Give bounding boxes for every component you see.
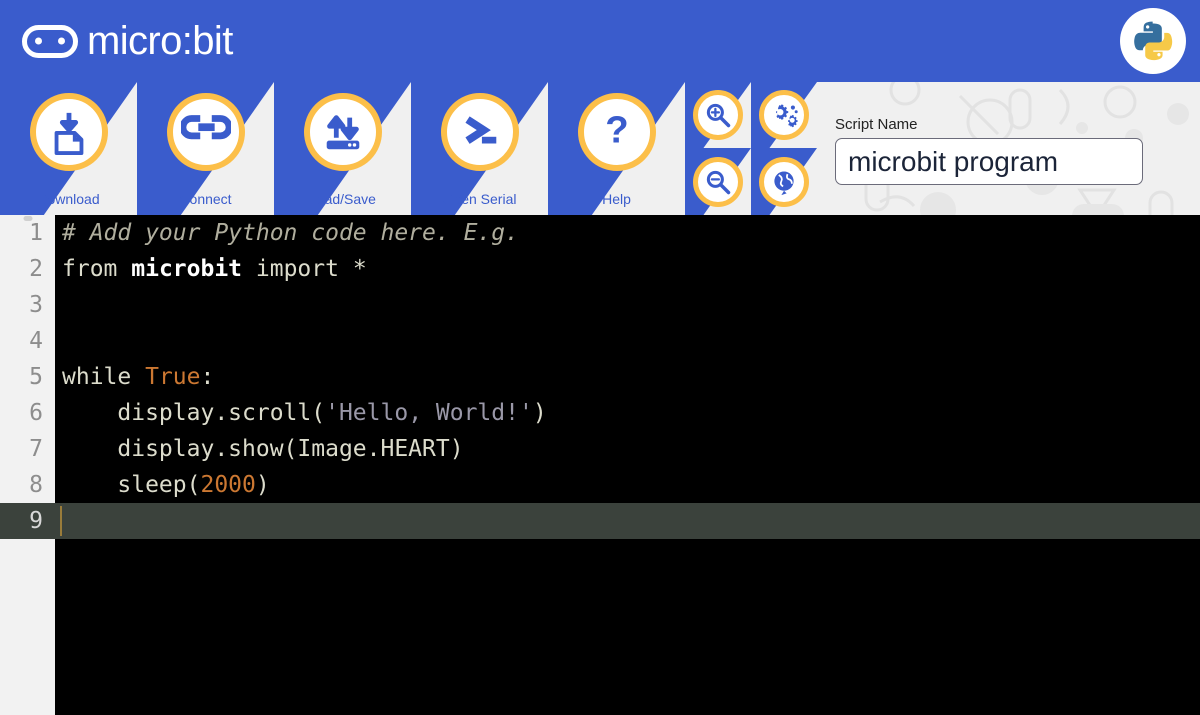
code-token-kw: while: [62, 364, 146, 390]
magnifier-minus-icon: [693, 156, 743, 207]
line-number: 5: [29, 364, 43, 390]
connect-button-label: Connect: [179, 191, 232, 207]
code-line[interactable]: while True:: [55, 359, 1200, 395]
code-line[interactable]: # Add your Python code here. E.g.: [55, 215, 1200, 251]
code-token-plain: *: [352, 256, 367, 282]
zoom-in-button[interactable]: [685, 82, 751, 148]
help-button-label: Help: [602, 191, 631, 207]
code-token-plain: ): [255, 472, 270, 498]
microbit-chip-icon: [22, 24, 78, 58]
script-name-area: Script Name: [817, 82, 1200, 215]
line-number: 2: [29, 256, 43, 282]
microbit-python-editor: micro:bit Download Connect Load/Save Ope…: [0, 0, 1200, 715]
code-token-str: 'Hello, World!': [325, 400, 533, 426]
load-save-arrows-icon: [303, 93, 382, 171]
python-logo-icon: [1120, 8, 1186, 74]
gutter-scroll-nub: [23, 216, 32, 221]
load-save-button-label: Load/Save: [309, 191, 376, 207]
link-connect-icon: [166, 93, 245, 171]
language-button[interactable]: [751, 148, 817, 215]
code-area[interactable]: # Add your Python code here. E.g. from mi…: [55, 215, 1200, 715]
line-number: 3: [29, 292, 43, 318]
code-token-kw: import: [242, 256, 353, 282]
microbit-logo: micro:bit: [22, 21, 233, 61]
help-button[interactable]: ? Help: [548, 82, 685, 215]
code-line[interactable]: display.show(Image.HEART): [55, 431, 1200, 467]
code-token-comment: # Add your Python code here. E.g.: [62, 220, 519, 246]
open-serial-button[interactable]: Open Serial: [411, 82, 548, 215]
download-button-label: Download: [37, 191, 100, 207]
code-token-const: True: [145, 364, 201, 390]
download-button[interactable]: Download: [0, 82, 137, 215]
connect-button[interactable]: Connect: [137, 82, 274, 215]
line-number: 4: [29, 328, 43, 354]
code-token-plain: :: [200, 364, 215, 390]
globe-icon: [759, 156, 809, 207]
script-name-input[interactable]: [835, 138, 1143, 185]
code-line[interactable]: [55, 287, 1200, 323]
code-line[interactable]: [55, 503, 1200, 539]
magnifier-plus-icon: [693, 90, 743, 140]
code-line[interactable]: [55, 323, 1200, 359]
question-mark-icon: ?: [577, 93, 656, 171]
code-token-plain: ): [532, 400, 547, 426]
code-token-plain: display.show(Image.HEART): [62, 436, 464, 462]
code-token-kw: from: [62, 256, 132, 282]
code-token-num: 2000: [200, 472, 256, 498]
download-to-file-icon: [29, 93, 108, 171]
code-token-plain: display.scroll(: [62, 400, 326, 426]
app-header: micro:bit: [0, 0, 1200, 82]
utility-button-grid: [685, 82, 817, 215]
line-number-gutter: 123456789: [0, 215, 55, 715]
main-toolbar: Download Connect Load/Save Open Serial ?…: [0, 82, 1200, 215]
code-line[interactable]: display.scroll('Hello, World!'): [55, 395, 1200, 431]
code-line[interactable]: sleep(2000): [55, 467, 1200, 503]
code-token-bold: microbit: [131, 256, 243, 282]
code-editor[interactable]: 123456789 # Add your Python code here. E…: [0, 215, 1200, 715]
code-line[interactable]: from microbit import *: [55, 251, 1200, 287]
svg-text:?: ?: [605, 109, 628, 152]
line-number: 6: [29, 400, 43, 426]
brand-title: micro:bit: [87, 19, 233, 63]
gears-icon: [759, 90, 809, 140]
load-save-button[interactable]: Load/Save: [274, 82, 411, 215]
script-name-label: Script Name: [835, 116, 918, 133]
settings-button[interactable]: [751, 82, 817, 148]
line-number: 9: [0, 503, 55, 539]
code-token-plain: sleep(: [62, 472, 201, 498]
open-serial-button-label: Open Serial: [442, 191, 517, 207]
zoom-out-button[interactable]: [685, 148, 751, 215]
terminal-prompt-icon: [440, 93, 519, 171]
line-number: 8: [29, 472, 43, 498]
line-number: 7: [29, 436, 43, 462]
